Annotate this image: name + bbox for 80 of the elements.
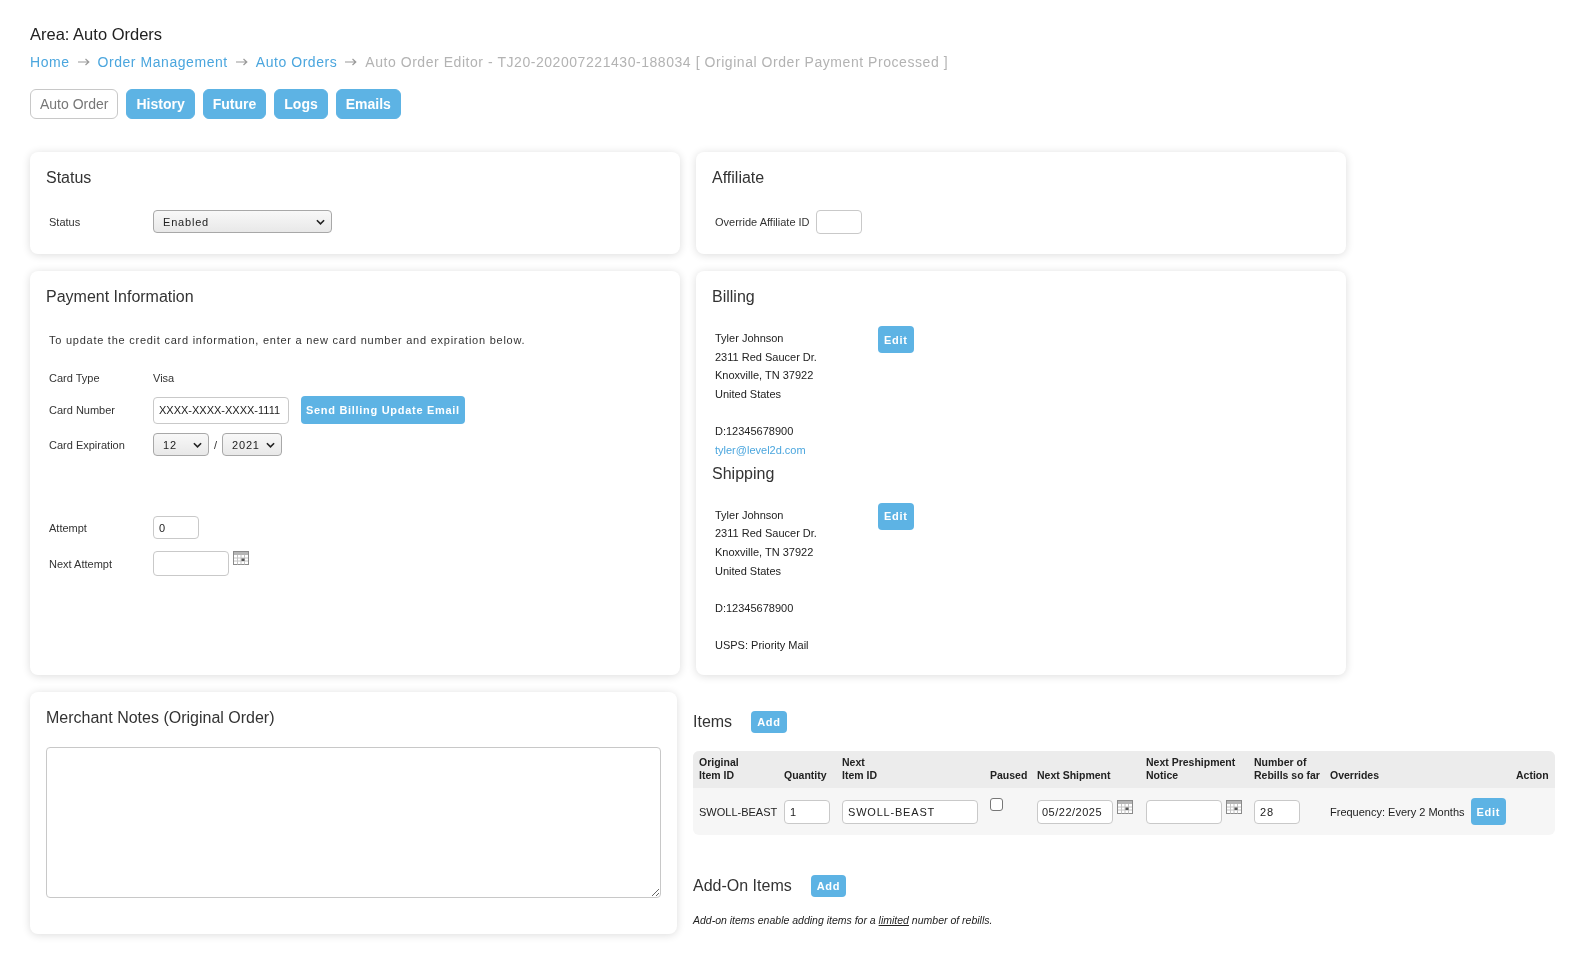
chevron-down-icon	[266, 441, 276, 448]
address-line: United States	[715, 387, 783, 402]
phone-text: D:12345678900	[715, 601, 795, 617]
address-line: 2311 Red Saucer Dr.	[715, 349, 818, 365]
column-header: Number of Rebills so far	[1248, 751, 1324, 789]
arrow-right-icon	[235, 58, 248, 66]
tab[interactable]: History	[126, 89, 195, 119]
date-field[interactable]: 05/22/2025	[1037, 799, 1113, 824]
edit-button[interactable]: Edit	[878, 326, 914, 353]
area-title: Area: Auto Orders	[30, 24, 164, 45]
field-label: Attempt	[49, 521, 88, 534]
instruction-text: To update the credit card information, enter a new card number and expiration below.	[49, 333, 527, 348]
address-line: Knoxville, TN 37922	[715, 368, 815, 384]
chevron-down-icon	[316, 218, 325, 225]
edit-button[interactable]: Edit	[878, 502, 914, 530]
table-cell-text: SWOLL-BEAST	[698, 804, 778, 820]
tab[interactable]: Logs	[274, 89, 328, 119]
field-label: Card Type	[49, 372, 101, 384]
date-field[interactable]	[153, 551, 229, 576]
tab[interactable]: Emails	[335, 89, 401, 119]
breadcrumb-link[interactable]: Home	[30, 54, 70, 70]
breadcrumb-link[interactable]: Order Management	[97, 54, 228, 70]
column-header: Original Item ID	[693, 751, 778, 789]
email-link[interactable]: tyler@level2d.com	[715, 444, 806, 456]
breadcrumb-link[interactable]: Auto Orders	[255, 54, 338, 70]
month-select[interactable]: 12	[153, 433, 209, 456]
card-title: Merchant Notes (Original Order)	[46, 708, 276, 729]
tab[interactable]: Auto Order	[30, 89, 119, 119]
arrow-right-icon	[77, 58, 90, 66]
section-title: Items	[693, 712, 733, 733]
separator-text: /	[214, 438, 218, 451]
item-id-field[interactable]: SWOLL-BEAST	[842, 799, 978, 824]
chevron-down-icon	[193, 441, 202, 448]
column-header: Overrides	[1324, 751, 1510, 789]
quantity-field[interactable]: 1	[784, 799, 830, 824]
input-field[interactable]	[815, 210, 862, 234]
column-header: Quantity	[778, 751, 836, 789]
card-title: Affiliate	[712, 168, 766, 188]
calendar-icon[interactable]	[1117, 799, 1133, 814]
field-value: Visa	[153, 371, 175, 386]
column-header: Action	[1510, 751, 1555, 789]
field-label: Card Expiration	[49, 438, 126, 451]
address-line: United States	[715, 563, 783, 579]
column-header: Next Shipment	[1031, 751, 1140, 789]
card-title: Payment Information	[46, 287, 195, 307]
card-title: Shipping	[712, 463, 776, 484]
column-header: Next Item ID	[836, 751, 984, 789]
edit-button[interactable]: Edit	[1470, 798, 1507, 826]
status-select[interactable]: Enabled	[153, 210, 332, 233]
phone-text: D:12345678900	[715, 424, 795, 440]
checkbox[interactable]	[990, 798, 1003, 812]
send-email-button[interactable]: Send Billing Update Email	[301, 396, 465, 424]
column-header: Next Preshipment Notice	[1140, 751, 1248, 789]
address-line: 2311 Red Saucer Dr.	[715, 526, 818, 542]
address-line: Tyler Johnson	[715, 507, 785, 523]
rebills-field[interactable]: 28	[1254, 799, 1300, 824]
calendar-icon[interactable]	[233, 551, 249, 565]
field-label: Status	[49, 215, 82, 228]
column-header: Paused	[984, 751, 1031, 789]
add-button[interactable]: Add	[751, 711, 787, 734]
shipping-method-text: USPS: Priority Mail	[715, 638, 810, 654]
input-field[interactable]: 0	[153, 516, 199, 539]
field-label: Next Attempt	[49, 557, 113, 570]
input-field[interactable]: XXXX-XXXX-XXXX-1111	[153, 396, 289, 424]
address-line: Knoxville, TN 37922	[715, 545, 815, 561]
field-label: Card Number	[49, 404, 117, 416]
field-label: Override Affiliate ID	[715, 216, 810, 228]
year-select[interactable]: 2021	[222, 433, 283, 456]
breadcrumb-current: Auto Order Editor - TJ20-202007221430-188034 [ Original Order Payment Processed ]	[365, 54, 949, 70]
calendar-icon[interactable]	[1226, 799, 1242, 814]
date-field[interactable]	[1146, 799, 1222, 824]
tab[interactable]: Future	[202, 89, 267, 119]
card-title: Billing	[712, 287, 756, 307]
add-button[interactable]: Add	[810, 875, 847, 898]
addon-note-text: Add-on items enable adding items for a limited number of rebills.	[693, 913, 994, 928]
overrides-text: Frequency: Every 2 Months	[1330, 805, 1465, 818]
address-line: Tyler Johnson	[715, 331, 785, 346]
arrow-right-icon	[345, 58, 358, 66]
section-title: Add-On Items	[693, 876, 792, 897]
card-title: Status	[46, 168, 93, 188]
